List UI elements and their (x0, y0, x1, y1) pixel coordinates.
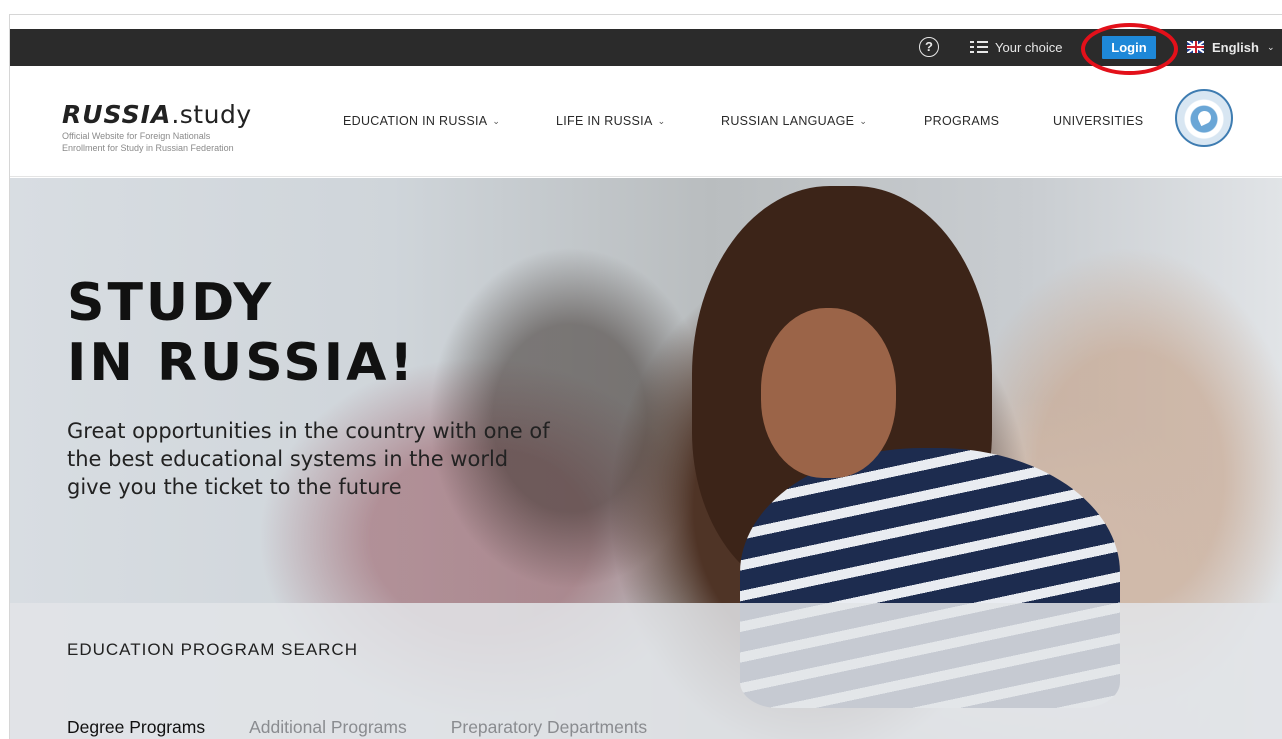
nav-item-education-in-russia[interactable]: EDUCATION IN RUSSIA ⌄ (343, 112, 500, 130)
hero-subtitle: Great opportunities in the country with … (67, 419, 550, 499)
search-title: EDUCATION PROGRAM SEARCH (67, 640, 358, 659)
hero-title: STUDY IN RUSSIA! (67, 273, 417, 393)
chevron-down-icon: ⌄ (657, 115, 666, 126)
your-choice-link[interactable]: Your choice (970, 37, 1062, 57)
program-search-panel: EDUCATION PROGRAM SEARCH Degree Programs… (10, 603, 1282, 739)
logo-text: .study (171, 100, 252, 129)
your-choice-label: Your choice (995, 39, 1063, 55)
logo-mark: RUSSIA (62, 100, 172, 129)
site-header: RUSSIA.study Official Website for Foreig… (10, 66, 1282, 177)
hero-text: STUDY IN RUSSIA! Great opportunities in … (67, 273, 627, 501)
language-selector[interactable]: English ⌄ (1187, 37, 1275, 57)
program-tabs: Degree Programs Additional Programs Prep… (67, 717, 691, 738)
rossotrudnichestvo-emblem-icon[interactable] (1175, 89, 1233, 147)
hero-photo-face (761, 308, 896, 478)
chevron-down-icon: ⌄ (492, 115, 501, 126)
logo-subtitle-2: Enrollment for Study in Russian Federati… (62, 143, 234, 153)
help-icon[interactable]: ? (919, 37, 939, 57)
chevron-down-icon: ⌄ (859, 115, 868, 126)
tab-additional-programs[interactable]: Additional Programs (249, 717, 407, 738)
browser-viewport: ? Your choice Login English ⌄ RUSSIA.stu… (9, 14, 1282, 739)
nav-item-programs[interactable]: PROGRAMS (924, 112, 999, 130)
nav-item-russian-language[interactable]: RUSSIAN LANGUAGE ⌄ (721, 112, 867, 130)
nav-item-label: RUSSIAN LANGUAGE (721, 114, 855, 128)
nav-item-label: PROGRAMS (924, 114, 1000, 128)
tab-preparatory-departments[interactable]: Preparatory Departments (451, 717, 647, 738)
nav-item-universities[interactable]: UNIVERSITIES (1053, 112, 1143, 130)
language-label: English (1212, 39, 1259, 55)
nav-item-label: UNIVERSITIES (1053, 114, 1144, 128)
hero-banner: STUDY IN RUSSIA! Great opportunities in … (10, 178, 1282, 739)
chevron-down-icon: ⌄ (1266, 41, 1275, 52)
list-icon (970, 40, 988, 54)
logo-subtitle-1: Official Website for Foreign Nationals (62, 131, 211, 141)
nav-item-life-in-russia[interactable]: LIFE IN RUSSIA ⌄ (556, 112, 665, 130)
uk-flag-icon (1187, 41, 1204, 53)
site-logo[interactable]: RUSSIA.study Official Website for Foreig… (62, 100, 292, 154)
login-button[interactable]: Login (1102, 36, 1156, 59)
top-utility-bar: ? Your choice Login English ⌄ (10, 29, 1282, 66)
nav-item-label: EDUCATION IN RUSSIA (343, 114, 488, 128)
nav-item-label: LIFE IN RUSSIA (556, 114, 653, 128)
tab-degree-programs[interactable]: Degree Programs (67, 717, 205, 738)
